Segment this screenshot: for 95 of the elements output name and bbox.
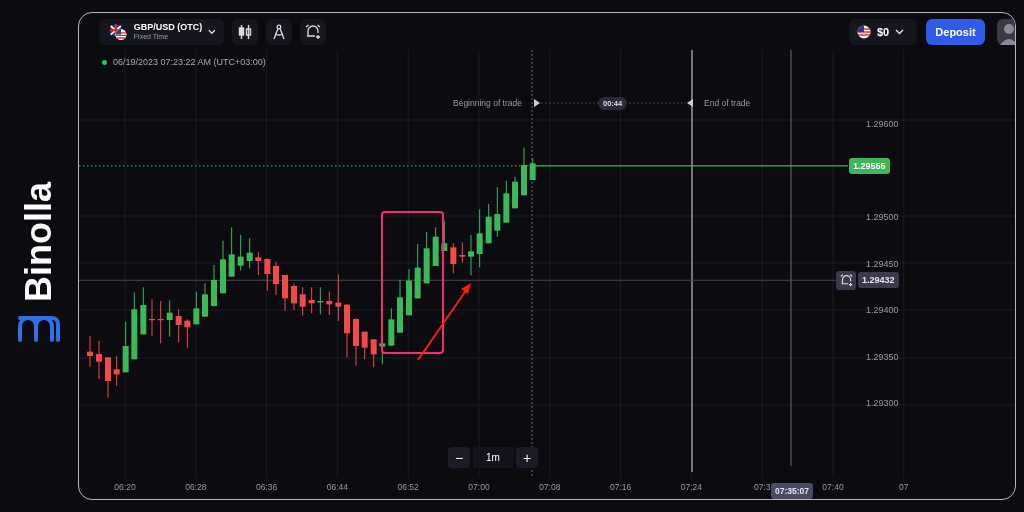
rising-candle [317, 286, 324, 315]
end-marker-icon [687, 99, 693, 107]
rising-candle [122, 321, 129, 373]
time-axis-label: 06:28 [185, 482, 207, 492]
rising-candle [131, 291, 138, 360]
time-axis-label: 06:52 [397, 482, 419, 492]
rising-candle [202, 282, 208, 318]
time-axis-label: 07:40 [822, 482, 844, 492]
falling-candle [273, 261, 279, 296]
rising-candle [485, 203, 492, 244]
rising-candle [432, 226, 439, 267]
chart-timestamp: 06/19/2023 07:23:22 AM (UTC+03:00) [113, 57, 266, 67]
price-axis-label: 1.29300 [866, 398, 899, 408]
rising-candle [512, 176, 518, 209]
rising-candle [397, 279, 403, 334]
falling-candle [326, 291, 333, 316]
falling-candle [149, 298, 155, 337]
rising-candle [441, 220, 448, 252]
falling-candle [370, 338, 377, 368]
rising-candle [246, 237, 253, 269]
price-axis-label: 1.29350 [866, 351, 899, 362]
time-axis-label: 07:24 [680, 482, 703, 492]
chevron-down-icon [895, 28, 905, 35]
rising-candle [476, 208, 483, 268]
trade-end-label: End of trade [704, 98, 751, 108]
price-alert-button[interactable] [836, 271, 856, 291]
candlestick-icon [238, 23, 252, 40]
falling-candle [335, 273, 342, 322]
alarm-plus-icon [839, 274, 853, 288]
deposit-button[interactable]: Deposit [926, 18, 985, 45]
avatar-icon[interactable] [997, 18, 1015, 45]
time-axis-label: 07:16 [609, 482, 632, 492]
rising-candle [414, 243, 421, 299]
rising-candle [468, 234, 474, 276]
falling-candle [353, 317, 359, 367]
falling-candle [299, 286, 306, 317]
status-dot-icon [102, 60, 107, 65]
price-axis-label: 1.29450 [866, 258, 899, 269]
falling-candle [361, 331, 368, 360]
rising-candle [237, 234, 244, 272]
falling-candle [96, 340, 102, 380]
time-axis-label: 06:36 [255, 482, 278, 492]
alert-price-badge: 1.29432 [858, 272, 899, 289]
flag-icon [857, 24, 871, 39]
price-axis-label: 1.29600 [866, 119, 899, 129]
falling-candle [308, 286, 315, 314]
falling-candle [184, 318, 191, 349]
time-axis-label: 06:20 [114, 482, 136, 492]
start-marker-icon [534, 99, 540, 107]
rising-candle [423, 231, 430, 284]
falling-candle [344, 303, 350, 358]
price-axis-label: 1.29400 [866, 305, 899, 315]
falling-candle [282, 274, 288, 312]
compass-icon [272, 23, 286, 40]
current-price-badge: 1.29555 [849, 157, 890, 174]
falling-candle [450, 242, 457, 274]
rising-candle [140, 286, 147, 335]
trade-start-label: Beginning of trade [453, 98, 522, 108]
alarm-plus-icon [305, 23, 321, 40]
flags-icon [109, 21, 128, 42]
falling-candle [264, 257, 271, 292]
brand-logo-text: Binolla [21, 182, 57, 302]
falling-candle [459, 241, 466, 264]
time-axis-label: 06:44 [326, 482, 349, 492]
rising-candle [388, 307, 395, 347]
falling-candle [175, 308, 182, 343]
zoom-out-button[interactable]: − [448, 447, 470, 468]
rising-candle [406, 268, 412, 316]
rising-candle [166, 299, 173, 338]
falling-candle [255, 251, 262, 276]
rising-candle [211, 264, 217, 308]
rising-candle [220, 240, 226, 294]
time-axis-label: 07:08 [539, 482, 561, 492]
add-alert-button[interactable] [300, 18, 326, 45]
drawing-tools-button[interactable] [266, 18, 292, 45]
time-axis-label: 07:3 [753, 482, 771, 492]
falling-candle [113, 355, 120, 387]
rising-candle [228, 226, 235, 278]
chart-type-button[interactable] [232, 18, 258, 45]
price-axis-label: 1.29500 [866, 212, 899, 222]
chevron-down-icon [208, 28, 216, 35]
current-time-badge: 07:35:07 [771, 483, 813, 499]
falling-candle [105, 356, 111, 399]
time-axis-label: 07 [899, 482, 909, 492]
time-axis-label: 07:00 [468, 482, 490, 492]
zoom-in-button[interactable]: + [516, 447, 538, 468]
falling-candle [291, 282, 297, 311]
rising-candle [503, 180, 510, 224]
falling-candle [87, 335, 93, 368]
rising-candle [193, 291, 200, 325]
falling-candle [157, 300, 164, 344]
rising-candle [379, 342, 386, 365]
timeframe-button[interactable]: 1m [473, 447, 513, 468]
rising-candle [494, 186, 501, 238]
balance-selector[interactable]: $0 [849, 18, 917, 45]
